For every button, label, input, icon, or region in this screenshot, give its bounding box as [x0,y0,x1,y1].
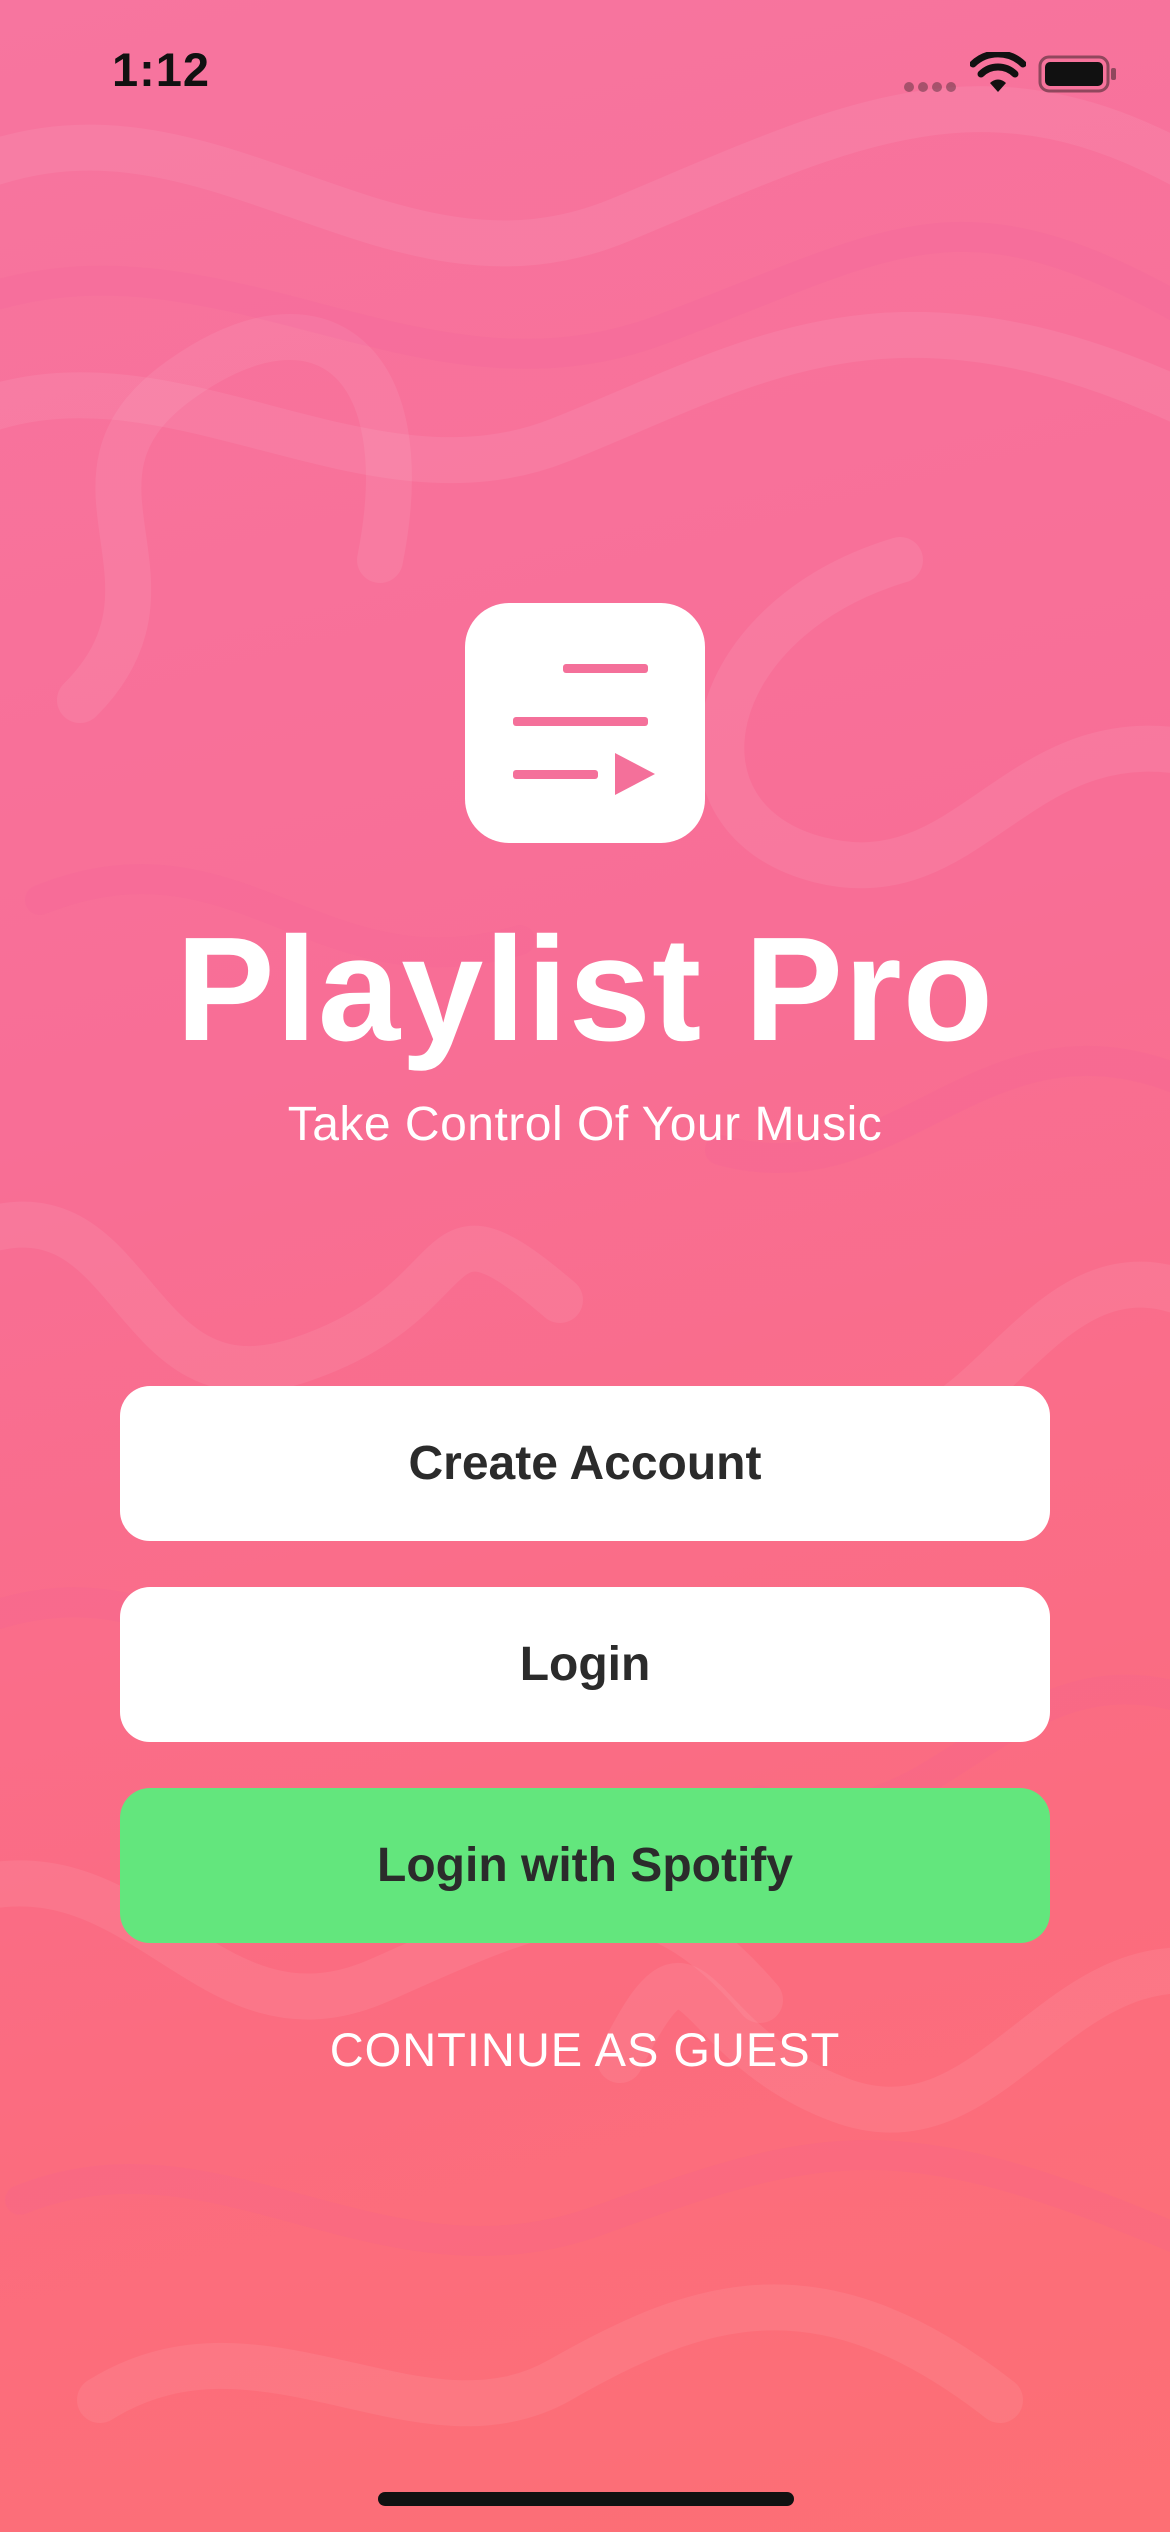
battery-icon [1038,55,1116,93]
continue-as-guest-link[interactable]: CONTINUE AS GUEST [0,2020,1170,2080]
wifi-icon [970,52,1026,92]
playlist-play-icon [465,603,705,843]
status-time: 1:12 [112,43,211,96]
status-bar: 1:12 [0,0,1170,140]
create-account-button[interactable]: Create Account [120,1386,1050,1541]
login-with-spotify-button[interactable]: Login with Spotify [120,1788,1050,1943]
app-subtitle: Take Control Of Your Music [287,1098,883,1151]
home-indicator[interactable] [378,2492,794,2506]
signal-icon [904,82,956,92]
welcome-screen: 1:12 Playlist Pro Take Control Of Your M… [0,0,1170,2532]
background-swirl-pattern [0,86,1170,2427]
app-title: Playlist Pro [175,907,995,1072]
login-button[interactable]: Login [120,1587,1050,1742]
